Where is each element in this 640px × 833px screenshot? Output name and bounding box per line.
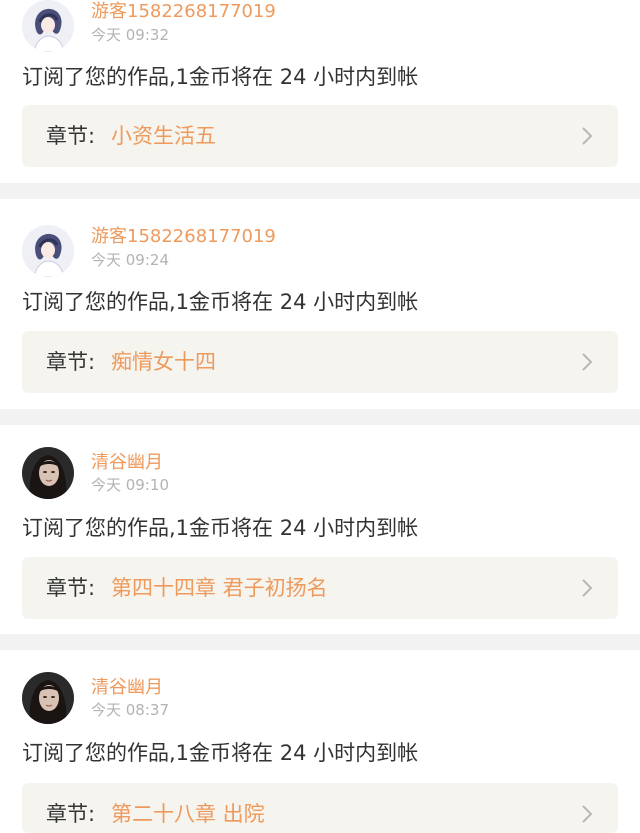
chapter-link[interactable]: 章节: 第二十八章 出院 [22,783,618,833]
subscription-message: 订阅了您的作品,1金币将在 24 小时内到帐 [22,290,419,314]
feed-item: 清谷幽月 今天 09:10 订阅了您的作品,1金币将在 24 小时内到帐 章节:… [0,425,640,619]
feed-item: 清谷幽月 今天 08:37 订阅了您的作品,1金币将在 24 小时内到帐 章节:… [0,650,640,833]
chevron-right-icon [582,127,593,145]
woman-photo-avatar-icon[interactable] [22,672,74,724]
girl-illustration-avatar-icon[interactable] [22,0,74,52]
timestamp: 今天 09:10 [91,476,169,494]
chevron-right-icon [582,353,593,371]
woman-photo-avatar-icon[interactable] [22,447,74,499]
chapter-label: 章节: [46,124,96,148]
username[interactable]: 清谷幽月 [91,451,163,475]
subscription-message: 订阅了您的作品,1金币将在 24 小时内到帐 [22,741,419,765]
chapter-label: 章节: [46,350,96,374]
chapter-title: 痴情女十四 [111,350,216,374]
chevron-right-icon [582,579,593,597]
chapter-link[interactable]: 章节: 痴情女十四 [22,331,618,393]
timestamp: 今天 08:37 [91,701,169,719]
subscription-message: 订阅了您的作品,1金币将在 24 小时内到帐 [22,516,419,540]
chapter-link[interactable]: 章节: 第四十四章 君子初扬名 [22,557,618,619]
chapter-label: 章节: [46,802,96,826]
chapter-link[interactable]: 章节: 小资生活五 [22,105,618,167]
chapter-title: 小资生活五 [111,124,216,148]
feed-item: 游客1582268177019 今天 09:24 订阅了您的作品,1金币将在 2… [0,199,640,393]
feed-item: 游客1582268177019 今天 09:32 订阅了您的作品,1金币将在 2… [0,0,640,183]
chapter-title: 第四十四章 君子初扬名 [111,576,328,600]
chapter-title: 第二十八章 出院 [111,802,265,826]
divider [0,183,640,199]
username[interactable]: 游客1582268177019 [91,225,276,249]
username[interactable]: 清谷幽月 [91,676,163,700]
divider [0,634,640,650]
divider [0,409,640,425]
subscription-message: 订阅了您的作品,1金币将在 24 小时内到帐 [22,65,419,89]
timestamp: 今天 09:24 [91,251,169,269]
username[interactable]: 游客1582268177019 [91,0,276,24]
chevron-right-icon [582,805,593,823]
timestamp: 今天 09:32 [91,26,169,44]
girl-illustration-avatar-icon[interactable] [22,225,74,277]
chapter-label: 章节: [46,576,96,600]
